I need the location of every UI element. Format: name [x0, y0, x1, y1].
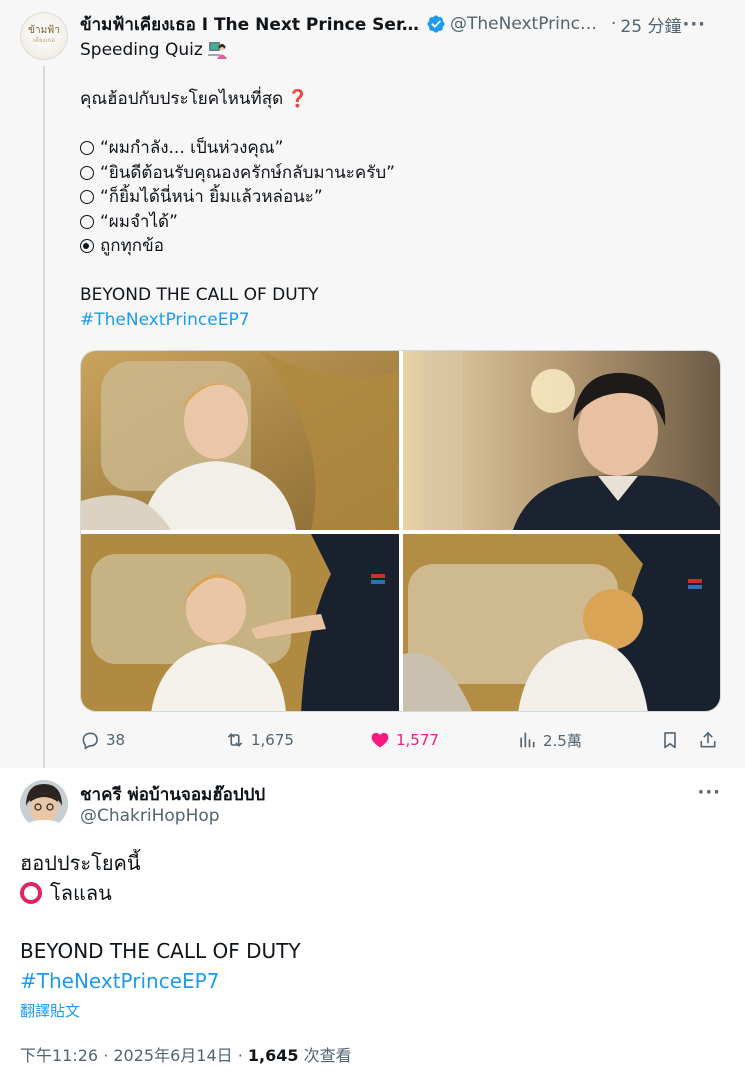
quiz-option: “ยินดีต้อนรับคุณองครักษ์กลับมานะครับ”	[80, 161, 720, 186]
more-icon[interactable]: ···	[682, 14, 706, 35]
tweet-actions: 38 1,675 1,577 2.5萬	[80, 728, 725, 752]
repost-count: 1,675	[251, 731, 294, 749]
quiz-option-text: ถูกทุกข้อ	[100, 236, 164, 256]
quiz-title: Speeding Quiz	[80, 40, 203, 60]
speech-bubble-icon	[82, 732, 98, 750]
text-line: คุณฮ้อปกับประโยคไหนที่สุด ❓	[80, 87, 720, 112]
quiz-option: “ก็ยิ้มได้นี่หน่า ยิ้มแล้วหล่อนะ”	[80, 185, 720, 210]
thread-connector-line	[43, 66, 45, 768]
tweet-meta: 下午11:26 · 2025年6月14日 · 1,645 次查看	[20, 1042, 352, 1066]
avatar-logo-text: ข้ามฟ้า	[28, 25, 60, 36]
text-line: ฮอปประโยคนี้	[20, 848, 720, 878]
translate-post-link[interactable]: 翻譯貼文	[20, 1000, 80, 1021]
text-line: BEYOND THE CALL OF DUTY	[20, 936, 720, 966]
tagline: BEYOND THE CALL OF DUTY	[80, 285, 319, 305]
red-question-mark-icon: ❓	[287, 89, 309, 109]
parent-tweet[interactable]: ข้ามฟ้า เคียงเธอ ข้ามฟ้าเคียงเธอ I The N…	[0, 0, 745, 768]
like-count: 1,577	[396, 731, 439, 749]
bookmark-icon	[664, 732, 676, 749]
tweet-timestamp[interactable]: 下午11:26 · 2025年6月14日 ·	[20, 1046, 248, 1065]
text-line: #TheNextPrinceEP7	[20, 966, 720, 996]
quiz-option-text: “ยินดีต้อนรับคุณองครักษ์กลับมานะครับ”	[100, 162, 395, 183]
repost-button[interactable]: 1,675	[225, 728, 294, 752]
reply-count: 38	[106, 731, 126, 749]
author-handle[interactable]: @TheNextPrince...	[450, 14, 605, 34]
quiz-option-text: “ก็ยิ้มได้นี่หน่า ยิ้มแล้วหล่อนะ”	[100, 187, 323, 207]
tweet-text: Speeding Quiz คุณฮ้อปกับประโยคไหนที่สุด …	[80, 38, 720, 332]
photo-3[interactable]	[81, 534, 399, 711]
photo-1[interactable]	[81, 351, 399, 530]
quiz-option: ถูกทุกข้อ	[80, 234, 720, 259]
quiz-option-text: “ผมกำลัง... เป็นห่วงคุณ”	[100, 138, 284, 158]
quiz-option-text: “ผมจำได้”	[100, 211, 178, 232]
photo-4[interactable]	[403, 534, 720, 711]
reply-author-avatar[interactable]	[20, 780, 68, 828]
reply-button[interactable]: 38	[80, 728, 125, 752]
reply-line-2: โลแลน	[50, 881, 112, 905]
verified-badge-icon[interactable]	[426, 14, 446, 34]
views-count: 2.5萬	[543, 731, 582, 750]
tweet-time[interactable]: 25 分鐘	[620, 12, 681, 37]
reply-author-name[interactable]: ชาครี พ่อบ้านจอมฮ๊อปปป	[80, 781, 265, 808]
author-name[interactable]: ข้ามฟ้าเคียงเธอ I The Next Prince Ser...	[80, 11, 420, 38]
media-grid	[80, 350, 721, 712]
bar-chart-icon	[520, 732, 535, 748]
text-line: โลแลน	[20, 878, 720, 908]
hashtag-link[interactable]: #TheNextPrinceEP7	[80, 308, 250, 333]
radio-empty-icon	[80, 141, 94, 156]
views-button[interactable]: 2.5萬	[517, 728, 582, 752]
share-icon	[700, 732, 716, 748]
photo-2[interactable]	[403, 351, 720, 530]
reply-author-handle[interactable]: @ChakriHopHop	[80, 806, 220, 826]
heart-icon	[371, 732, 389, 748]
person-at-computer-emoji-icon	[207, 42, 227, 60]
hollow-red-circle-icon	[20, 882, 42, 904]
reply-tagline: BEYOND THE CALL OF DUTY	[20, 939, 301, 963]
repost-icon	[227, 733, 243, 747]
avatar-logo-subtext: เคียงเธอ	[33, 37, 55, 44]
views-count: 1,645	[247, 1046, 299, 1065]
author-avatar[interactable]: ข้ามฟ้า เคียงเธอ	[20, 12, 68, 60]
hashtag-link[interactable]: #TheNextPrinceEP7	[20, 966, 219, 996]
quiz-question: คุณฮ้อปกับประโยคไหนที่สุด	[80, 89, 284, 109]
radio-empty-icon	[80, 214, 94, 229]
radio-empty-icon	[80, 190, 94, 205]
text-line: BEYOND THE CALL OF DUTY	[80, 283, 720, 308]
radio-empty-icon	[80, 165, 94, 180]
tweet-header: ข้ามฟ้าเคียงเธอ I The Next Prince Ser...…	[80, 11, 730, 38]
share-button[interactable]	[698, 728, 724, 752]
like-button[interactable]: 1,577	[370, 728, 439, 752]
radio-selected-icon	[80, 239, 94, 254]
separator-dot: ·	[611, 14, 617, 34]
text-line: #TheNextPrinceEP7	[80, 308, 720, 333]
quiz-option: “ผมจำได้”	[80, 210, 720, 235]
quiz-option: “ผมกำลัง... เป็นห่วงคุณ”	[80, 136, 720, 161]
views-label: 次查看	[298, 1046, 352, 1065]
bookmark-button[interactable]	[660, 728, 686, 752]
reply-line-1: ฮอปประโยคนี้	[20, 851, 141, 875]
more-icon[interactable]: ···	[697, 782, 721, 803]
text-line: Speeding Quiz	[80, 38, 720, 63]
reply-text: ฮอปประโยคนี้ โลแลน BEYOND THE CALL OF DU…	[20, 848, 720, 996]
